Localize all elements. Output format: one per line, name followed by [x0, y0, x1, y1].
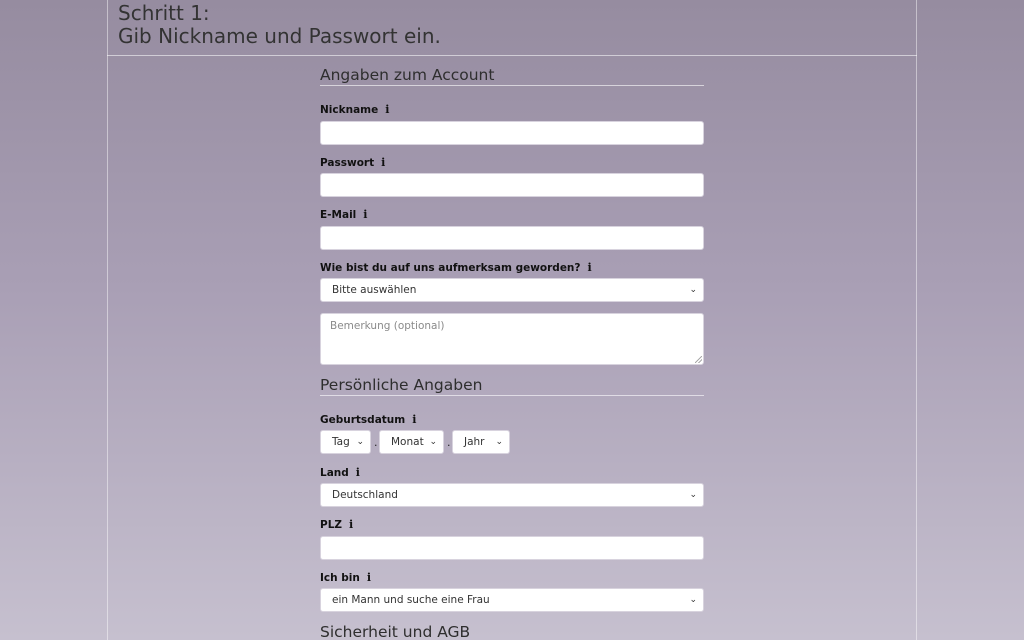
gender-select[interactable]: ein Mann und suche eine Frau ⌄: [320, 588, 704, 612]
nickname-input[interactable]: [320, 121, 704, 145]
zip-label-text: PLZ: [320, 519, 342, 531]
email-input[interactable]: [320, 226, 704, 250]
birthdate-month-select[interactable]: Monat ⌄: [379, 430, 444, 454]
info-icon[interactable]: i: [588, 261, 592, 274]
password-label: Passwort i: [320, 156, 385, 169]
gender-label-text: Ich bin: [320, 572, 360, 584]
step-title: Schritt 1: Gib Nickname und Passwort ein…: [118, 2, 441, 48]
year-selected-value: Jahr: [464, 436, 485, 448]
info-icon[interactable]: i: [349, 518, 353, 531]
step-header: Schritt 1: Gib Nickname und Passwort ein…: [107, 0, 917, 56]
referral-selected-value: Bitte auswählen: [332, 284, 417, 296]
section-title-personal: Persönliche Angaben: [320, 376, 704, 396]
info-icon[interactable]: i: [367, 571, 371, 584]
country-label: Land i: [320, 466, 360, 479]
chevron-down-icon: ⌄: [429, 437, 437, 447]
step-description: Gib Nickname und Passwort ein.: [118, 24, 441, 48]
password-input[interactable]: [320, 173, 704, 197]
birthdate-day-select[interactable]: Tag ⌄: [320, 430, 371, 454]
zip-label: PLZ i: [320, 518, 353, 531]
gender-label: Ich bin i: [320, 571, 371, 584]
email-label-text: E-Mail: [320, 209, 357, 221]
referral-label: Wie bist du auf uns aufmerksam geworden?…: [320, 261, 592, 274]
nickname-label: Nickname i: [320, 103, 389, 116]
resize-handle[interactable]: [695, 356, 702, 363]
country-label-text: Land: [320, 467, 349, 479]
birthdate-label: Geburtsdatum i: [320, 413, 416, 426]
info-icon[interactable]: i: [381, 156, 385, 169]
step-number: Schritt 1:: [118, 1, 210, 25]
chevron-down-icon: ⌄: [689, 285, 697, 295]
info-icon[interactable]: i: [385, 103, 389, 116]
country-selected-value: Deutschland: [332, 489, 398, 501]
email-label: E-Mail i: [320, 208, 367, 221]
info-icon[interactable]: i: [356, 466, 360, 479]
date-separator: .: [447, 436, 451, 449]
day-selected-value: Tag: [332, 436, 350, 448]
remark-textarea[interactable]: Bemerkung (optional): [320, 313, 704, 365]
info-icon[interactable]: i: [363, 208, 367, 221]
info-icon[interactable]: i: [412, 413, 416, 426]
chevron-down-icon: ⌄: [495, 437, 503, 447]
month-selected-value: Monat: [391, 436, 424, 448]
gender-selected-value: ein Mann und suche eine Frau: [332, 594, 490, 606]
zip-input[interactable]: [320, 536, 704, 560]
password-label-text: Passwort: [320, 157, 375, 169]
chevron-down-icon: ⌄: [689, 595, 697, 605]
chevron-down-icon: ⌄: [356, 437, 364, 447]
country-select[interactable]: Deutschland ⌄: [320, 483, 704, 507]
birthdate-label-text: Geburtsdatum: [320, 414, 406, 426]
nickname-label-text: Nickname: [320, 104, 379, 116]
referral-label-text: Wie bist du auf uns aufmerksam geworden?: [320, 262, 581, 274]
section-title-security: Sicherheit und AGB: [320, 623, 471, 640]
referral-select[interactable]: Bitte auswählen ⌄: [320, 278, 704, 302]
remark-placeholder: Bemerkung (optional): [330, 320, 445, 332]
date-separator: .: [374, 436, 378, 449]
birthdate-year-select[interactable]: Jahr ⌄: [452, 430, 510, 454]
section-title-account: Angaben zum Account: [320, 66, 704, 86]
chevron-down-icon: ⌄: [689, 490, 697, 500]
